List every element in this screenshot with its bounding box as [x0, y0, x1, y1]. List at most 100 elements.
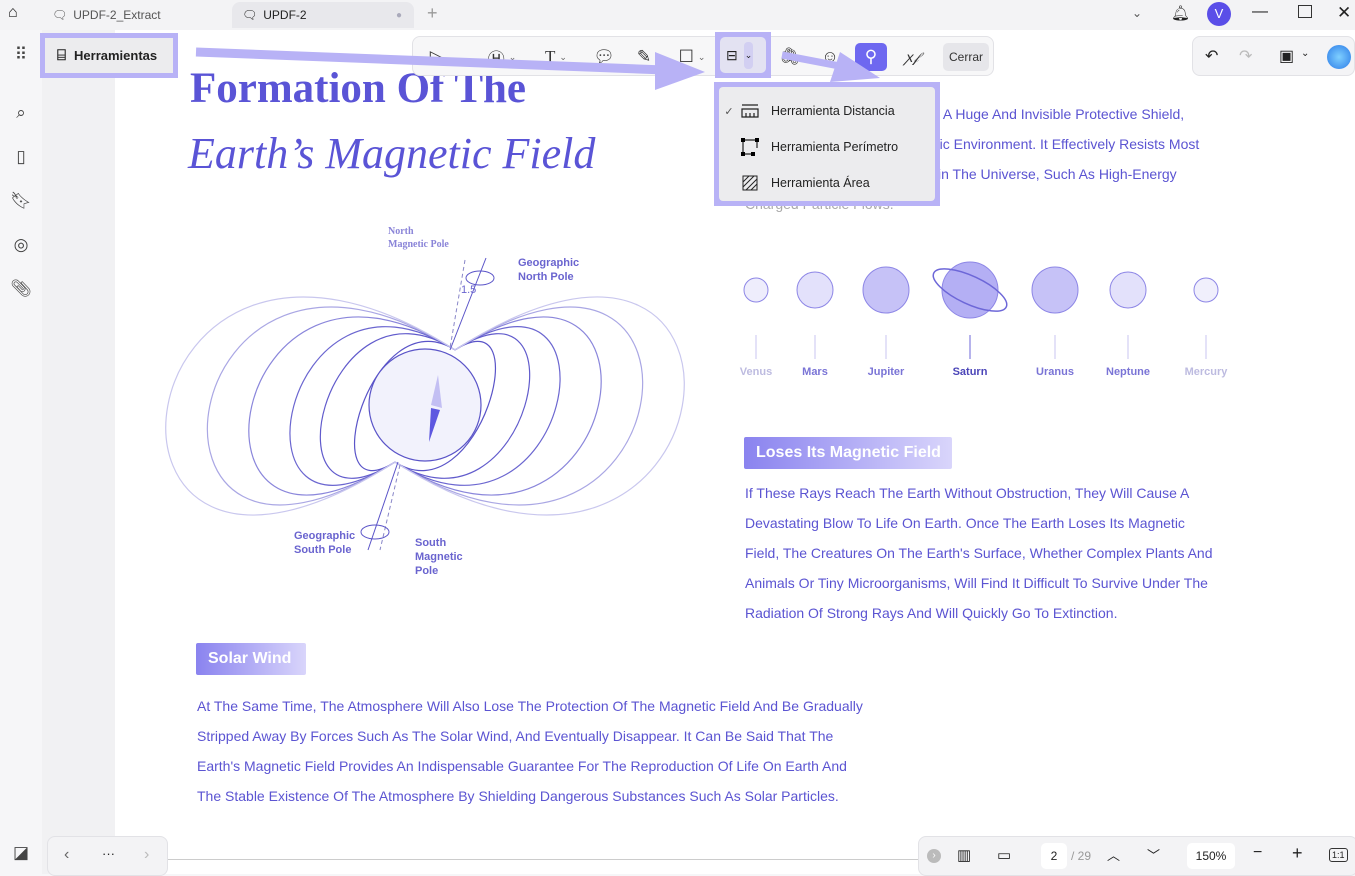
planet-label: Saturn [952, 366, 988, 378]
intro-line: ke A Huge And Invisible Protective Shiel… [925, 106, 1185, 122]
more-button[interactable]: ··· [102, 846, 115, 861]
expand-icon[interactable]: › [927, 849, 941, 863]
page-number-input[interactable]: 2 [1041, 843, 1067, 869]
chevron-down-icon[interactable]: ⌄ [1301, 48, 1309, 59]
planet-label: Mercury [1184, 366, 1228, 378]
stamp-icon: ⚲ [864, 47, 878, 66]
new-tab-button[interactable]: + [427, 3, 438, 24]
ruler-icon: ⊟ [726, 46, 738, 63]
maximize-button[interactable] [1298, 5, 1312, 18]
tab-label: UPDF-2_Extract [73, 8, 161, 22]
tabs-dropdown-icon[interactable]: ⌄ [1132, 6, 1142, 20]
label-geographic-south-pole: Geographic South Pole [294, 530, 356, 556]
tab-updf-2[interactable]: 🗨 UPDF-2 ● [232, 2, 414, 28]
comments-icon[interactable]: ◎ [8, 232, 34, 258]
zoom-in-button[interactable]: + [1292, 843, 1303, 864]
page-total: / 29 [1071, 849, 1092, 863]
tools-button[interactable]: ⌸ Herramientas [45, 38, 173, 73]
annotation-toolbar: ▷ ⌄ Ⓗ ⌄ T ⌄ 💬︎ ✎ ☐ ⌄ 🖇︎ ☺ ⚲ ꭗ𝒻 Cerrar [412, 36, 994, 76]
menu-item-label: Herramienta Área [771, 176, 870, 190]
ai-assistant-icon[interactable] [1327, 45, 1351, 69]
measure-tool-highlight: ⊟ ⌄ [715, 32, 771, 78]
title-bar: ⌂ 🗨 UPDF-2_Extract 🗨 UPDF-2 ● + ⌄ 🔔︎ V — ✕ [0, 0, 1355, 30]
planet-label: Uranus [1036, 366, 1074, 378]
menu-item-perimeter[interactable]: Herramienta Perímetro [719, 129, 935, 165]
apps-grid-icon[interactable]: ⠿ [8, 42, 34, 68]
home-icon[interactable]: ⌂ [8, 4, 18, 22]
planet-jupiter [862, 266, 910, 314]
tools-button-label: Herramientas [74, 48, 158, 63]
comment-icon: 🗨 [242, 8, 258, 22]
select-tool[interactable]: ▷ ⌄ [421, 43, 463, 71]
planet-uranus [1031, 266, 1079, 314]
sticker-tool[interactable]: ☺ [817, 43, 843, 71]
pencil-tool[interactable]: ✎ [631, 43, 657, 71]
page-controls: › ▥ ▭ 2 / 29 ︿ ﹀ 150% − + 1:1 [918, 836, 1355, 876]
prev-icon[interactable]: ‹ [64, 846, 69, 864]
menu-item-area[interactable]: Herramienta Área [719, 165, 935, 201]
tools-button-highlight: ⌸ Herramientas [40, 33, 178, 78]
shape-tool[interactable]: ☐ ⌄ [671, 43, 713, 71]
zoom-out-button[interactable]: − [1253, 844, 1262, 862]
measure-dropdown-menu: ✓ Herramienta Distancia Herramienta Perím… [714, 82, 940, 206]
undo-icon[interactable]: ↶ [1205, 46, 1218, 66]
text-tool[interactable]: T ⌄ [535, 43, 577, 71]
zoom-level[interactable]: 150% [1187, 843, 1235, 869]
comment-bubble-icon: 💬︎ [593, 47, 615, 66]
chevron-down-icon: ⌄ [559, 51, 567, 62]
stamp-tool[interactable]: ⚲ [855, 43, 887, 71]
intro-line: mic Environment. It Effectively Resists … [928, 136, 1200, 152]
chevron-down-icon[interactable]: ⌄ [743, 41, 754, 69]
attachment-icon[interactable]: 📎︎ [8, 276, 34, 302]
label-geographic-north-pole: Geographic North Pole [518, 257, 580, 283]
planets-graphic [743, 261, 1219, 359]
search-icon[interactable]: ⌕ [8, 100, 34, 126]
magnetic-field-diagram [165, 257, 685, 551]
minimize-button[interactable]: — [1252, 3, 1268, 21]
highlight-icon: Ⓗ [487, 49, 505, 69]
layers-icon[interactable]: ◪ [8, 840, 34, 866]
planet-label: Mars [802, 366, 828, 378]
highlight-tool[interactable]: Ⓗ ⌄ [481, 43, 523, 71]
next-icon[interactable]: › [144, 846, 149, 864]
menu-item-distance[interactable]: ✓ Herramienta Distancia [719, 93, 935, 129]
toolbox-icon: ⌸ [57, 47, 67, 64]
earth-circle [368, 348, 482, 462]
ruler-icon [739, 103, 761, 119]
signature-icon: ꭗ𝒻 [905, 48, 919, 65]
magnetic-axis [449, 259, 466, 349]
attachment-tool[interactable]: 🖇︎ [777, 43, 803, 71]
close-window-button[interactable]: ✕ [1337, 3, 1351, 23]
presentation-icon[interactable]: ▭ [997, 846, 1011, 864]
page-up-icon[interactable]: ︿ [1107, 845, 1120, 864]
text-icon: T [545, 47, 556, 66]
tab-updf-2-extract[interactable]: 🗨 UPDF-2_Extract [42, 2, 227, 28]
close-toolbar-button[interactable]: Cerrar [943, 43, 989, 71]
save-icon[interactable]: ▣ [1279, 46, 1294, 66]
signature-tool[interactable]: ꭗ𝒻 [897, 43, 927, 71]
checkmark-icon: ✓ [724, 105, 734, 118]
page-nav-left: ‹ ··· › [47, 836, 168, 876]
two-page-icon[interactable]: ▥ [957, 846, 971, 864]
paragraph-line: Devastating Blow To Life On Earth. Once … [745, 515, 1185, 531]
bell-icon[interactable]: 🔔︎ [1171, 4, 1190, 22]
planet-label: Neptune [1106, 366, 1150, 378]
paragraph-line: If These Rays Reach The Earth Without Ob… [745, 485, 1190, 501]
page-down-icon[interactable]: ﹀ [1147, 845, 1160, 864]
area-icon [739, 174, 761, 192]
paragraph-line: Radiation Of Strong Rays And Will Quickl… [745, 605, 1118, 621]
planet-label: Venus [739, 366, 773, 378]
rotation-arrow-icon [360, 524, 390, 540]
bookmark-icon[interactable]: 🔖︎ [8, 188, 34, 214]
comment-tool[interactable]: 💬︎ [591, 43, 617, 71]
actual-size-button[interactable]: 1:1 [1329, 848, 1348, 862]
label-angle: 1.5 [461, 284, 477, 296]
pages-icon[interactable]: ▯ [8, 144, 34, 170]
redo-icon[interactable]: ↷ [1239, 46, 1252, 66]
measure-tool[interactable]: ⊟ ⌄ [720, 37, 766, 73]
avatar[interactable]: V [1207, 2, 1231, 26]
horizontal-scrollbar[interactable] [168, 859, 920, 860]
paperclip-icon: 🖇︎ [779, 47, 801, 66]
paragraph-line: Earth's Magnetic Field Provides An Indis… [197, 758, 847, 774]
page-gutter [42, 30, 115, 874]
